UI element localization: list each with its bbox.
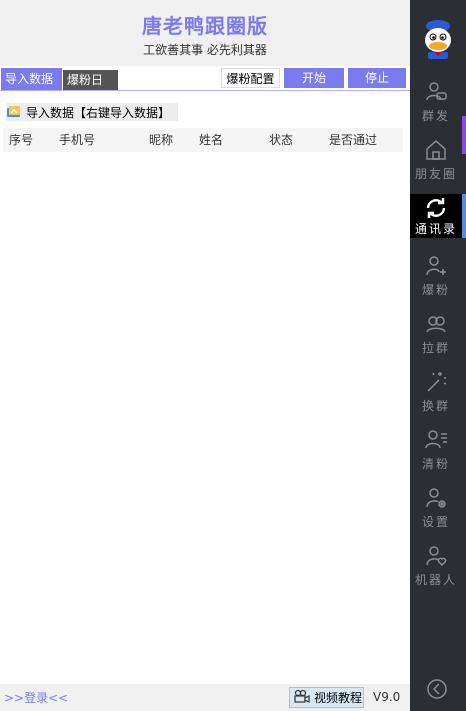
group-icon	[424, 312, 448, 336]
import-hint-label: 导入数据【右键导入数据】	[26, 105, 171, 120]
donald-duck-avatar	[420, 18, 456, 60]
refresh-icon	[424, 196, 448, 220]
sidebar-item-label: 爆粉	[421, 283, 450, 297]
footer-bar: >>登录<< 视频教程 V9.0	[0, 684, 410, 711]
import-icon	[6, 105, 22, 119]
tab-fan-log[interactable]: 爆粉日志	[63, 70, 118, 107]
user-add-icon	[424, 254, 448, 278]
sidebar-item-label: 清粉	[421, 457, 450, 471]
sidebar-item-switch-group[interactable]: 换群	[410, 368, 462, 426]
stop-button[interactable]: 停止	[348, 68, 406, 88]
active-indicator	[462, 194, 466, 238]
column-header-passed[interactable]: 是否通过	[329, 128, 377, 152]
start-button[interactable]: 开始	[284, 68, 344, 88]
login-link[interactable]: >>登录<<	[4, 689, 68, 706]
column-header-nickname[interactable]: 昵称	[149, 128, 173, 152]
app-slogan: 工欲善其事 必先利其器	[143, 43, 267, 57]
column-header-index[interactable]: 序号	[9, 128, 33, 152]
user-list-icon	[424, 428, 448, 452]
sidebar-item-label: 朋友圈	[414, 167, 457, 181]
sidebar-item-label: 通讯录	[414, 222, 457, 236]
version-label: V9.0	[373, 690, 401, 704]
magic-wand-icon	[424, 370, 448, 394]
collapse-sidebar-button[interactable]	[426, 678, 448, 700]
sidebar-item-settings[interactable]: 设置	[410, 484, 462, 542]
column-header-status[interactable]: 状态	[269, 128, 293, 152]
sidebar-item-fan-boost[interactable]: 爆粉	[410, 252, 462, 310]
user-settings-icon	[424, 486, 448, 510]
column-header-name[interactable]: 姓名	[199, 128, 223, 152]
video-tutorial-label: 视频教程	[314, 691, 363, 705]
column-header-phone[interactable]: 手机号	[59, 128, 95, 152]
sidebar: 群发 朋友圈 通讯录 爆粉 拉群 换群 清粉 设置 机器人	[410, 0, 466, 711]
video-tutorial-button[interactable]: 视频教程	[289, 687, 364, 708]
sidebar-item-robot[interactable]: 机器人	[410, 542, 462, 600]
video-camera-icon	[293, 689, 311, 706]
user-heart-icon	[424, 544, 448, 568]
app-title: 唐老鸭跟圈版	[142, 14, 268, 38]
sidebar-item-label: 群发	[421, 109, 450, 123]
sidebar-item-label: 机器人	[414, 573, 457, 587]
sidebar-item-label: 拉群	[421, 341, 450, 355]
sidebar-item-label: 设置	[421, 515, 450, 529]
sidebar-item-pull-group[interactable]: 拉群	[410, 310, 462, 368]
tab-divider	[0, 90, 410, 91]
import-data-hint[interactable]: 导入数据【右键导入数据】	[6, 103, 178, 121]
table-header: 序号 手机号 昵称 姓名 状态 是否通过	[3, 128, 403, 152]
sidebar-item-clear-fans[interactable]: 清粉	[410, 426, 462, 484]
sidebar-accent-strip	[462, 116, 466, 154]
chevron-left-icon	[426, 679, 448, 703]
sidebar-item-contacts[interactable]: 通讯录	[410, 194, 462, 238]
main-panel: 唐老鸭跟圈版 工欲善其事 必先利其器 导入数据 爆粉日志 爆粉配置 开始 停止 …	[0, 0, 410, 711]
user-chat-icon	[424, 80, 448, 104]
sidebar-item-mass-send[interactable]: 群发	[410, 78, 462, 136]
home-icon	[424, 138, 448, 162]
sidebar-item-moments[interactable]: 朋友圈	[410, 136, 462, 194]
app-header: 唐老鸭跟圈版 工欲善其事 必先利其器	[0, 0, 410, 66]
tab-import-data[interactable]: 导入数据	[1, 68, 62, 90]
sidebar-item-label: 换群	[421, 399, 450, 413]
fan-config-button[interactable]: 爆粉配置	[221, 68, 280, 88]
